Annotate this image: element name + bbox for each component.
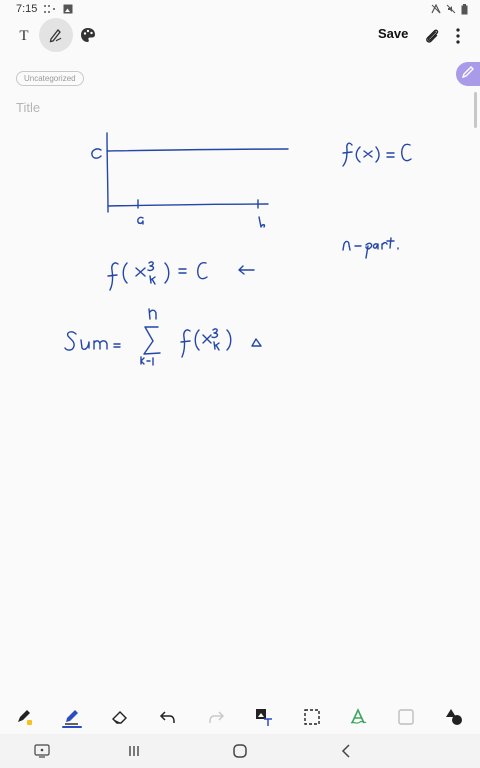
title-input[interactable]: Title <box>16 100 40 115</box>
undo-icon[interactable] <box>156 705 180 729</box>
pen-mode-icon[interactable] <box>39 18 73 52</box>
graph-horizontal-line <box>106 148 289 152</box>
status-time: 7:15 <box>16 3 38 15</box>
gallery-icon <box>63 4 73 14</box>
handwriting-icon[interactable] <box>346 705 370 729</box>
attach-icon[interactable] <box>422 26 442 46</box>
battery-icon <box>461 3 468 15</box>
pen-icon[interactable] <box>60 705 84 729</box>
eraser-icon[interactable] <box>108 705 132 729</box>
category-chip[interactable]: Uncategorized <box>16 71 84 86</box>
dots-icon <box>43 4 57 14</box>
recents-icon[interactable] <box>122 741 146 761</box>
shape-icon[interactable] <box>394 705 418 729</box>
sum-expression <box>64 308 262 366</box>
graph-y-axis <box>106 132 109 213</box>
home-icon[interactable] <box>228 741 252 761</box>
image-text-icon[interactable] <box>252 705 276 729</box>
label-a <box>137 216 144 225</box>
redo-icon[interactable] <box>204 705 228 729</box>
keyboard-icon[interactable] <box>30 741 54 761</box>
more-icon[interactable] <box>452 26 464 46</box>
selection-icon[interactable] <box>300 705 324 729</box>
save-button[interactable]: Save <box>378 26 408 41</box>
floating-pen-button[interactable] <box>456 62 480 86</box>
handwriting-canvas[interactable] <box>0 120 480 700</box>
axis-label-c <box>91 148 102 159</box>
n-part-note <box>342 237 399 259</box>
pen-icon-floating <box>461 65 475 84</box>
top-toolbar: T Save <box>0 18 480 54</box>
drawing-toolbar <box>0 700 480 734</box>
palette-icon[interactable] <box>76 23 100 47</box>
vibrate-icon <box>431 4 441 14</box>
shapes-icon[interactable] <box>442 705 466 729</box>
graph-x-axis <box>107 203 269 207</box>
text-mode-icon[interactable]: T <box>12 22 36 50</box>
f-of-x-equals-c <box>342 142 412 167</box>
mute-icon <box>446 4 456 14</box>
back-icon[interactable] <box>334 741 358 761</box>
label-b <box>258 216 266 228</box>
navigation-bar <box>0 734 480 768</box>
status-bar: 7:15 <box>0 0 480 18</box>
f-of-xk-equals-c <box>107 261 255 291</box>
highlighter-icon[interactable] <box>12 705 36 729</box>
